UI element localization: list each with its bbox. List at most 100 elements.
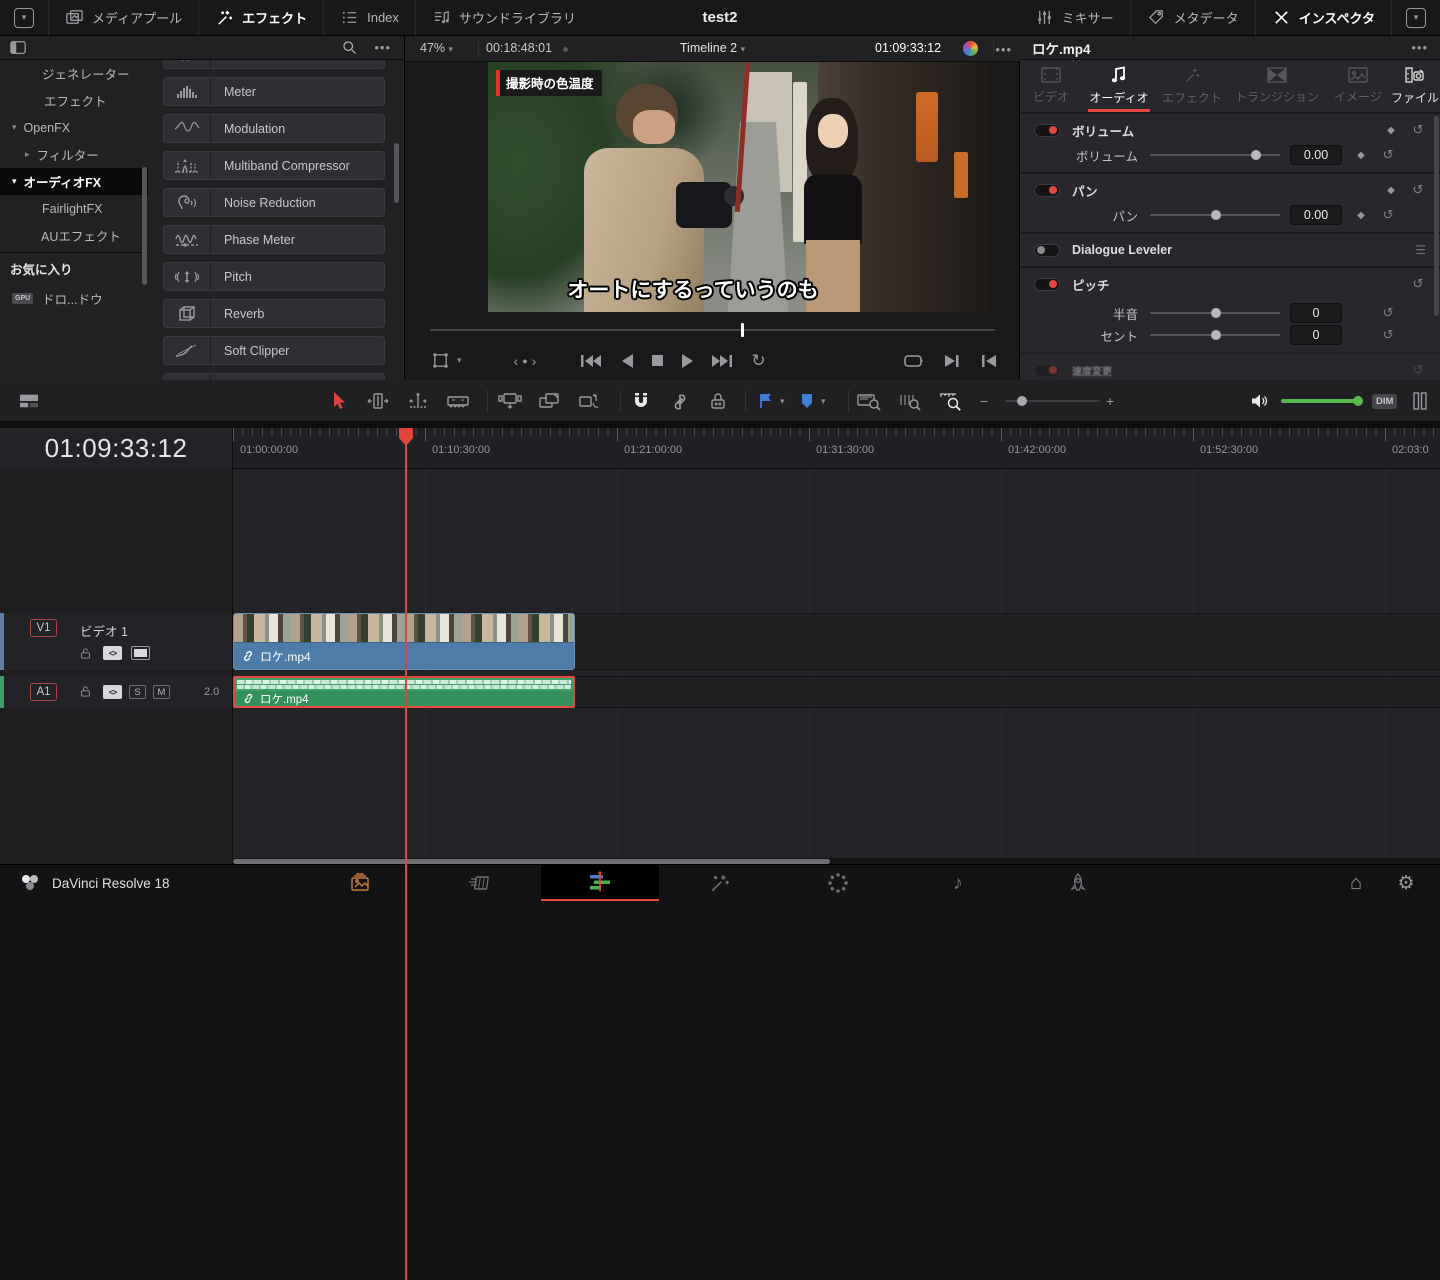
play-reverse-icon[interactable]	[620, 353, 634, 369]
audio-monitor-speaker-icon[interactable]	[1251, 393, 1269, 409]
overwrite-clip-icon[interactable]	[537, 391, 561, 411]
chevron-down-icon[interactable]: ▾	[780, 396, 785, 407]
resolve-fx-icon[interactable]	[963, 41, 978, 56]
speed-change-toggle[interactable]	[1034, 364, 1060, 377]
inspector-options-icon[interactable]: •••	[1411, 40, 1428, 55]
reset-icon[interactable]: ↺	[1410, 182, 1426, 198]
loop-clip-icon[interactable]	[903, 353, 923, 369]
page-color[interactable]	[808, 865, 868, 901]
snapping-magnet-icon[interactable]	[631, 391, 651, 411]
lock-icon[interactable]	[79, 647, 92, 660]
sound-library-button[interactable]: サウンドライブラリ	[416, 0, 592, 36]
audio-track-badge[interactable]: A1	[30, 683, 57, 701]
sidebar-collapse-icon[interactable]	[9, 40, 27, 56]
collapse-inspector-toggle[interactable]: ▾	[1392, 0, 1440, 36]
cents-slider[interactable]	[1150, 334, 1280, 336]
category-au-effects[interactable]: AUエフェクト	[0, 222, 148, 249]
volume-slider[interactable]	[1150, 154, 1280, 156]
media-pool-button[interactable]: メディアプール	[49, 0, 198, 36]
chevron-right-icon[interactable]: ▸	[25, 149, 30, 160]
play-icon[interactable]	[681, 353, 695, 369]
timeline-ruler[interactable]: 01:00:00:00 01:10:30:00 01:21:00:00 01:3…	[233, 428, 1440, 469]
video-track-name[interactable]: ビデオ 1	[80, 621, 128, 640]
category-fairlightfx[interactable]: FairlightFX	[0, 195, 148, 222]
effect-tile[interactable]: Multiband Compressor	[163, 151, 385, 180]
audio-meters-icon[interactable]	[1412, 391, 1428, 411]
category-generators[interactable]: ジェネレーター	[0, 60, 148, 87]
reset-icon[interactable]: ↺	[1410, 276, 1426, 292]
zoom-out-button[interactable]: −	[980, 393, 988, 409]
audio-clip-selected[interactable]: ロケ.mp4	[233, 676, 575, 708]
category-openfx[interactable]: ▾OpenFX	[0, 114, 148, 141]
auto-select-toggle[interactable]: <>	[103, 685, 122, 699]
loop-playback-icon[interactable]: ↻	[751, 351, 765, 371]
chevron-down-icon[interactable]: ▾	[457, 355, 462, 366]
keyframe-icon[interactable]: ◆	[1384, 125, 1398, 136]
favorite-drop-shadow[interactable]: GPU ドロ...ドウ	[0, 283, 148, 313]
tab-audio[interactable]: オーディオ	[1082, 60, 1156, 112]
collapse-page-toggle[interactable]: ▾	[0, 0, 48, 36]
pan-value[interactable]: 0.00	[1290, 205, 1342, 225]
chevron-down-icon[interactable]: ▾	[821, 396, 826, 407]
reset-icon[interactable]: ↺	[1380, 305, 1396, 321]
position-lock-icon[interactable]	[709, 391, 727, 411]
settings-button[interactable]: ⚙	[1376, 865, 1436, 901]
keyframe-icon[interactable]: ◆	[1354, 150, 1368, 161]
keyframe-icon[interactable]: ◆	[1384, 185, 1398, 196]
dim-button[interactable]: DIM	[1372, 394, 1397, 409]
page-fairlight[interactable]: ♪	[928, 865, 988, 901]
reset-icon[interactable]: ↺	[1410, 122, 1426, 138]
effect-tile[interactable]: Phase Meter	[163, 225, 385, 254]
volume-value[interactable]: 0.00	[1290, 145, 1342, 165]
dialogue-leveler-toggle[interactable]	[1034, 244, 1060, 257]
clip-thumbnail-view-icon[interactable]	[131, 646, 150, 660]
effect-tile[interactable]: Pitch	[163, 262, 385, 291]
selection-mode-icon[interactable]	[328, 390, 348, 412]
scrubber-playhead[interactable]	[741, 323, 744, 337]
sidebar-scrollbar[interactable]	[142, 167, 147, 285]
auto-select-toggle[interactable]: <>	[103, 646, 122, 660]
tab-effects[interactable]: エフェクト	[1156, 60, 1228, 112]
inspector-scrollbar[interactable]	[1434, 116, 1439, 316]
trim-edit-mode-icon[interactable]	[366, 392, 390, 410]
pitch-toggle[interactable]	[1034, 278, 1060, 291]
marker-icon[interactable]	[799, 392, 815, 410]
chevron-down-icon[interactable]: ▾	[12, 176, 17, 187]
reset-icon[interactable]: ↺	[1380, 207, 1396, 223]
effect-tile[interactable]: Noise Reduction	[163, 188, 385, 217]
tab-transitions[interactable]: トランジション	[1228, 60, 1326, 112]
keyframe-icon[interactable]: ◆	[1354, 210, 1368, 221]
solo-button[interactable]: S	[129, 685, 146, 699]
page-cut[interactable]	[450, 865, 510, 901]
tab-file[interactable]: ファイル	[1390, 60, 1440, 112]
next-frame-icon[interactable]	[944, 353, 960, 369]
detail-zoom-icon[interactable]	[898, 391, 924, 411]
page-deliver[interactable]	[1048, 865, 1108, 901]
video-track-header[interactable]: V1 ビデオ 1 <>	[0, 613, 233, 670]
video-clip[interactable]: ロケ.mp4	[233, 613, 575, 670]
tab-image[interactable]: イメージ	[1326, 60, 1390, 112]
timeline-view-options-icon[interactable]	[18, 392, 40, 410]
sliders-icon[interactable]: ☰	[1415, 243, 1426, 257]
audio-track-header[interactable]: A1 <> S M 2.0	[0, 676, 233, 708]
effect-tile[interactable]: Modulation	[163, 114, 385, 143]
video-track-badge[interactable]: V1	[30, 619, 57, 637]
effect-tile-partial[interactable]	[163, 60, 385, 69]
stop-icon[interactable]	[651, 354, 664, 367]
page-fusion[interactable]	[690, 865, 750, 901]
mute-button[interactable]: M	[153, 685, 170, 699]
mixer-button[interactable]: ミキサー	[1019, 0, 1130, 36]
page-edit-active[interactable]	[541, 865, 659, 901]
pan-slider[interactable]	[1150, 214, 1280, 216]
category-audio-fx[interactable]: ▾オーディオFX	[0, 168, 148, 195]
category-filters[interactable]: ▸フィルター	[0, 141, 148, 168]
reset-icon[interactable]: ↺	[1380, 147, 1396, 163]
metadata-button[interactable]: メタデータ	[1131, 0, 1255, 36]
flag-icon[interactable]	[758, 392, 774, 410]
timeline-zoom-slider[interactable]	[1005, 380, 1100, 422]
previous-frame-icon[interactable]	[981, 353, 997, 369]
scrollbar-handle[interactable]	[233, 859, 830, 864]
index-button[interactable]: Index	[324, 0, 415, 36]
cents-value[interactable]: 0	[1290, 325, 1342, 345]
volume-toggle[interactable]	[1034, 124, 1060, 137]
